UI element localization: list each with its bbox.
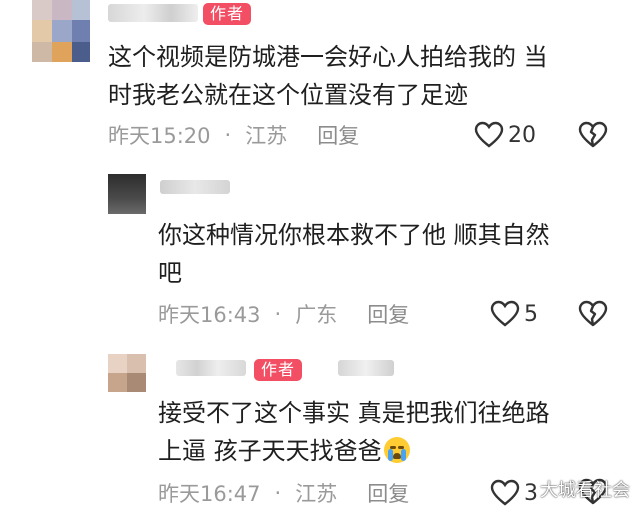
comment-time: 昨天16:43 xyxy=(158,303,261,327)
heart-icon xyxy=(490,479,520,506)
heart-icon xyxy=(474,121,504,148)
username-suffix xyxy=(338,360,394,376)
reply-button[interactable]: 回复 xyxy=(367,299,409,329)
separator: · xyxy=(224,123,232,147)
comment-text: 你这种情况你根本救不了他 顺其自然 吧 xyxy=(158,221,550,287)
comment-text: 这个视频是防城港一会好心人拍给我的 当 时我老公就在这个位置没有了足迹 xyxy=(108,43,548,109)
reply-button[interactable]: 回复 xyxy=(367,478,409,508)
watermark: 大城看社会 xyxy=(540,480,630,501)
comment-meta: 昨天16:43 · 广东 回复 xyxy=(158,297,409,331)
comment-time: 昨天15:20 xyxy=(108,124,211,148)
comment-meta: 昨天16:47 · 江苏 回复 xyxy=(158,476,409,510)
username[interactable] xyxy=(160,180,230,194)
dislike-button[interactable] xyxy=(578,121,608,153)
avatar[interactable] xyxy=(108,174,146,214)
like-count: 3 xyxy=(524,480,538,506)
dislike-button[interactable] xyxy=(578,300,608,332)
avatar[interactable] xyxy=(108,354,146,392)
separator: · xyxy=(274,481,282,505)
heart-icon xyxy=(490,300,520,327)
like-button[interactable]: 5 xyxy=(490,297,538,331)
crying-face-icon xyxy=(383,437,410,463)
comment-time: 昨天16:47 xyxy=(158,482,261,506)
comment-location: 江苏 xyxy=(295,482,338,506)
comment-item: 作者 这个视频是防城港一会好心人拍给我的 当 时我老公就在这个位置没有了足迹 昨… xyxy=(0,0,640,160)
like-count: 5 xyxy=(524,301,538,327)
separator: · xyxy=(274,302,282,326)
comment-item: 你这种情况你根本救不了他 顺其自然 吧 昨天16:43 · 广东 回复 5 xyxy=(0,170,640,340)
like-button[interactable]: 3 xyxy=(490,476,538,510)
comment-location: 江苏 xyxy=(245,124,288,148)
comment-meta: 昨天15:20 · 江苏 回复 xyxy=(108,118,359,152)
comment-text: 接受不了这个事实 真是把我们往绝路 上逼 孩子天天找爸爸 xyxy=(158,399,550,465)
broken-heart-icon xyxy=(578,121,608,148)
comment-location: 广东 xyxy=(295,303,338,327)
reply-button[interactable]: 回复 xyxy=(317,120,359,150)
avatar[interactable] xyxy=(32,0,90,62)
broken-heart-icon xyxy=(578,300,608,327)
like-count: 20 xyxy=(508,122,536,148)
author-badge: 作者 xyxy=(254,359,303,381)
username[interactable] xyxy=(176,360,246,376)
like-button[interactable]: 20 xyxy=(474,118,536,152)
username[interactable] xyxy=(108,4,198,22)
author-badge: 作者 xyxy=(203,3,252,25)
